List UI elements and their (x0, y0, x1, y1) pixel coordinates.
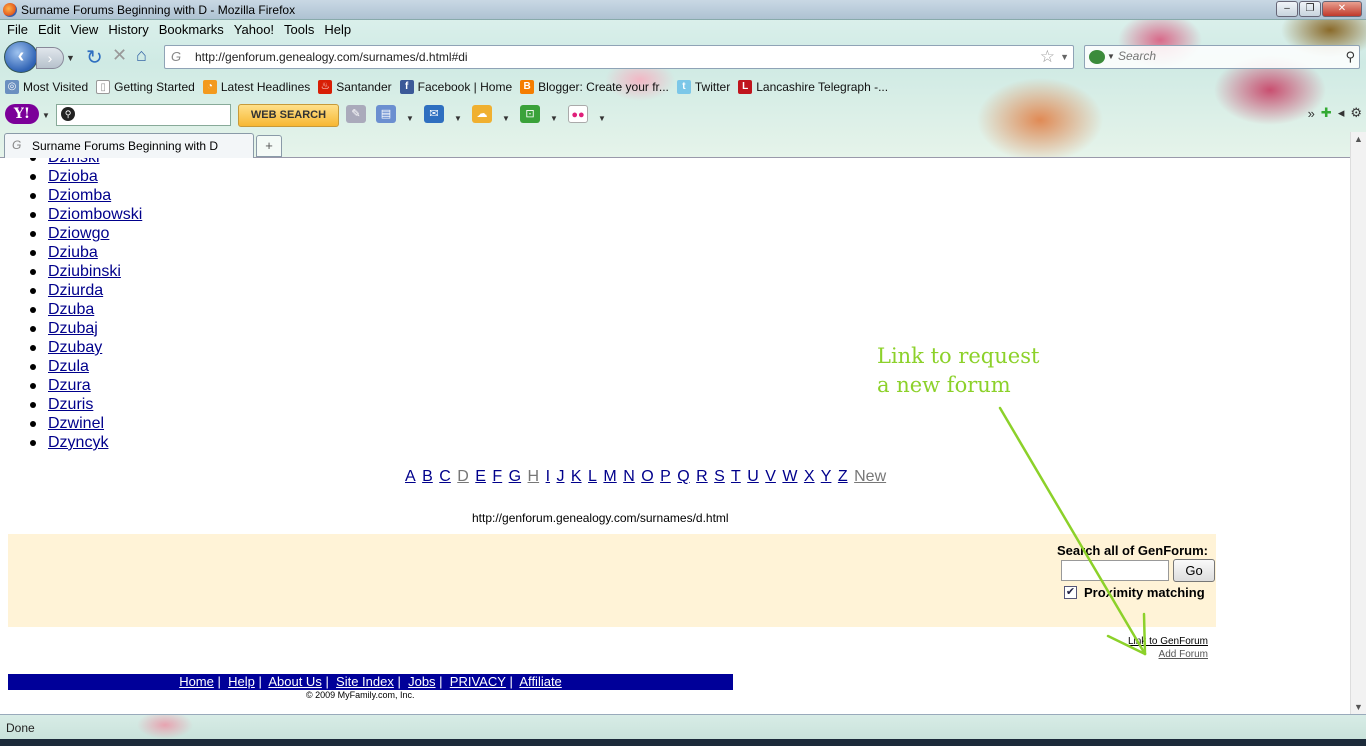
bookmark-twitter[interactable]: t Twitter (676, 80, 731, 94)
site-favicon-icon: G (171, 49, 182, 64)
bookmark-facebook[interactable]: f Facebook | Home (399, 80, 513, 94)
bookmark-most-visited[interactable]: ◎ Most Visited (5, 80, 88, 94)
web-search-button[interactable]: WEB SEARCH (238, 104, 339, 127)
scroll-down-icon[interactable]: ▼ (1354, 702, 1363, 712)
yahoo-search-input[interactable]: ⚲ (56, 104, 231, 126)
engine-dropdown-icon[interactable]: ▼ (1107, 52, 1115, 61)
bookmark-label: Getting Started (114, 80, 195, 94)
home-icon[interactable]: ⌂ (136, 45, 147, 66)
maximize-button[interactable]: ❐ (1299, 1, 1321, 17)
browser-window: Surname Forums Beginning with D - Mozill… (0, 0, 1366, 746)
new-tab-button[interactable]: + (256, 135, 282, 157)
vertical-scrollbar[interactable]: ▲ ▼ (1350, 132, 1366, 714)
arrow-head-right (1142, 612, 1147, 656)
page-content: Dzinski Dzioba Dziomba Dziombowski Dziow… (0, 158, 1350, 714)
bookmark-lancashire-telegraph[interactable]: L Lancashire Telegraph -... (738, 80, 888, 94)
address-bar[interactable]: G http://genforum.genealogy.com/surnames… (164, 45, 1074, 69)
bookmark-latest-headlines[interactable]: ◔ Latest Headlines (202, 80, 311, 94)
firefox-icon (3, 3, 17, 17)
tool-dropdown-icon[interactable]: ▼ (550, 110, 558, 123)
weather-icon[interactable]: ☁ (472, 105, 492, 123)
menu-bookmarks[interactable]: Bookmarks (154, 20, 229, 40)
status-text: Done (6, 721, 35, 735)
yahoo-toolbar: Y! ▼ ⚲ WEB SEARCH ✎ ▤ ▼ ✉ ▼ ☁ ▼ ⊡ ▼ ●● ▼… (0, 101, 1366, 129)
bookmark-label: Lancashire Telegraph -... (756, 80, 889, 94)
bookmark-label: Blogger: Create your fr... (538, 80, 669, 94)
answers-icon[interactable]: ⊡ (520, 105, 540, 123)
yahoo-search-icon: ⚲ (61, 107, 75, 121)
bookmark-getting-started[interactable]: ▯ Getting Started (96, 80, 195, 94)
menu-tools[interactable]: Tools (279, 20, 319, 40)
search-input[interactable] (1118, 49, 1338, 63)
history-dropdown-icon[interactable]: ▼ (66, 53, 75, 63)
add-button-icon[interactable]: ✚ (1321, 105, 1332, 121)
tab-surname-forums[interactable]: G Surname Forums Beginning with D (4, 133, 254, 158)
title-bar: Surname Forums Beginning with D - Mozill… (0, 0, 1366, 20)
arrow-shaft (998, 406, 1147, 656)
search-engine-icon[interactable] (1089, 50, 1105, 64)
bookmark-star-icon[interactable]: ☆ (1040, 47, 1055, 67)
tool-dropdown-icon[interactable]: ▼ (406, 110, 414, 123)
menu-edit[interactable]: Edit (33, 20, 65, 40)
tab-favicon-icon: G (12, 138, 22, 152)
bookmark-santander[interactable]: ♨ Santander (318, 80, 392, 94)
flickr-icon[interactable]: ●● (568, 105, 588, 123)
bookmark-label: Latest Headlines (220, 80, 311, 94)
back-button[interactable]: ‹ (4, 41, 38, 73)
menu-help[interactable]: Help (319, 20, 356, 40)
bookmark-label: Santander (336, 80, 392, 94)
close-button[interactable]: ✕ (1322, 1, 1362, 17)
bookmark-label: Facebook | Home (417, 80, 513, 94)
yahoo-tools: ✎ ▤ ▼ ✉ ▼ ☁ ▼ ⊡ ▼ ●● ▼ (346, 105, 606, 123)
forward-button[interactable]: › (36, 47, 64, 69)
window-controls: – ❐ ✕ (1276, 1, 1362, 17)
scroll-up-icon[interactable]: ▲ (1354, 134, 1363, 144)
yahoo-toolbar-right: » ✚ ◂ ⚙ (1308, 105, 1362, 121)
browser-chrome: Surname Forums Beginning with D - Mozill… (0, 0, 1366, 158)
menu-view[interactable]: View (65, 20, 103, 40)
toolbar-settings-icon[interactable]: ✎ (346, 105, 366, 123)
search-box[interactable]: ▼ ⚲ (1084, 45, 1360, 69)
stop-icon[interactable]: ✕ (112, 45, 127, 66)
tool-dropdown-icon[interactable]: ▼ (502, 110, 510, 123)
url-dropdown-icon[interactable]: ▼ (1060, 52, 1069, 62)
taskbar (0, 739, 1366, 746)
tool-dropdown-icon[interactable]: ▼ (454, 110, 462, 123)
menu-history[interactable]: History (103, 20, 153, 40)
bookmarks-tool-icon[interactable]: ▤ (376, 105, 396, 123)
bookmark-label: Most Visited (23, 80, 89, 94)
collapse-icon[interactable]: ◂ (1338, 105, 1345, 121)
window-title: Surname Forums Beginning with D - Mozill… (21, 3, 296, 17)
url-text[interactable]: http://genforum.genealogy.com/surnames/d… (195, 50, 468, 64)
minimize-button[interactable]: – (1276, 1, 1298, 17)
search-icon[interactable]: ⚲ (1345, 49, 1355, 65)
bookmark-blogger[interactable]: B Blogger: Create your fr... (520, 80, 669, 94)
tool-dropdown-icon[interactable]: ▼ (598, 110, 606, 123)
mail-icon[interactable]: ✉ (424, 105, 444, 123)
bookmark-label: Twitter (694, 80, 731, 94)
tab-strip: G Surname Forums Beginning with D + (0, 131, 1366, 158)
tab-title: Surname Forums Beginning with D (32, 139, 219, 153)
menu-file[interactable]: File (2, 20, 33, 40)
more-tools-icon[interactable]: » (1308, 106, 1315, 121)
annotation-arrow (998, 406, 1147, 656)
yahoo-logo-icon[interactable]: Y! (5, 104, 39, 124)
yahoo-dropdown-icon[interactable]: ▼ (42, 111, 50, 120)
gear-icon[interactable]: ⚙ (1350, 105, 1362, 121)
navigation-toolbar: ‹ › ▼ ↻ ✕ ⌂ G http://genforum.genealogy.… (0, 40, 1366, 74)
reload-icon[interactable]: ↻ (86, 45, 103, 70)
bookmarks-toolbar: ◎ Most Visited ▯ Getting Started ◔ Latest H… (0, 76, 896, 98)
menu-bar: File Edit View History Bookmarks Yahoo! … (0, 20, 356, 40)
menu-yahoo[interactable]: Yahoo! (229, 20, 279, 40)
